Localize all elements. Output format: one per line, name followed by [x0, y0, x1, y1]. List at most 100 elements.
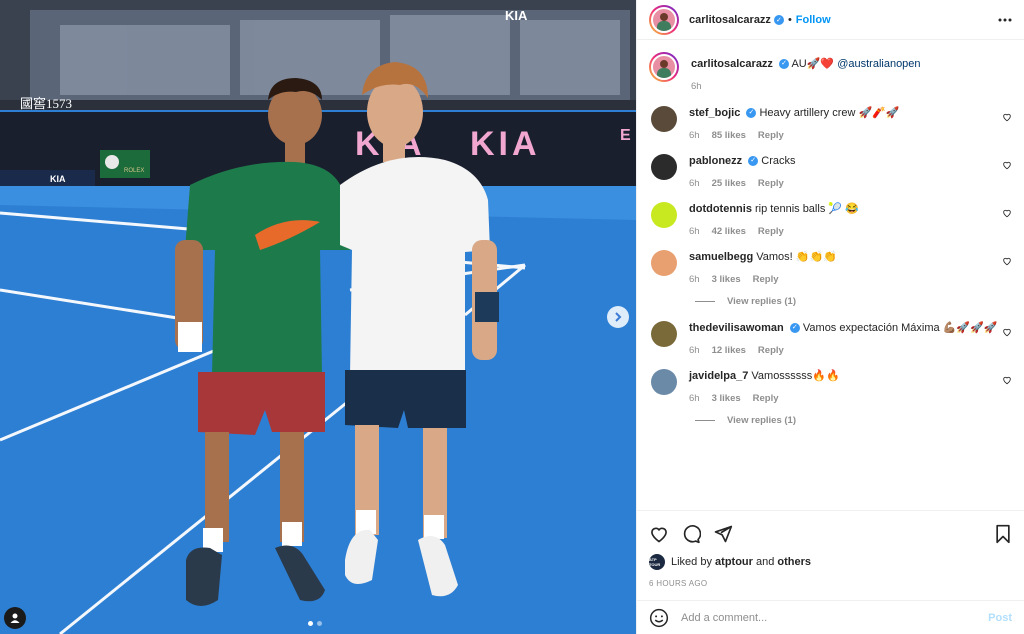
- liked-by-avatar[interactable]: ATP TOUR: [649, 554, 665, 570]
- header-separator: •: [787, 13, 792, 26]
- comment-username[interactable]: thedevilisawoman: [689, 322, 784, 334]
- author-avatar[interactable]: [649, 4, 679, 35]
- heart-icon[interactable]: [1002, 256, 1012, 266]
- view-replies-label: View replies (1): [727, 415, 796, 426]
- comment-username[interactable]: pablonezz: [689, 155, 742, 167]
- caption-username[interactable]: carlitosalcarazz: [691, 58, 773, 70]
- comment-reply-button[interactable]: Reply: [758, 345, 784, 356]
- comment-time: 6h: [689, 130, 700, 141]
- comment-item: samuelbegg Vamos! 👏👏👏 6h 3 likes Reply: [649, 250, 1012, 285]
- comment-avatar[interactable]: [651, 202, 677, 228]
- heart-icon[interactable]: [1002, 112, 1012, 122]
- post-comment-button[interactable]: Post: [988, 612, 1012, 624]
- verified-icon: ✓: [789, 323, 800, 334]
- add-comment-bar: Post: [637, 600, 1024, 634]
- tennis-court-photo: 國窖1573 KIA KIA KIA E ROLEX KIA: [0, 0, 636, 634]
- kia-top-text: KIA: [505, 8, 528, 23]
- comment-likes[interactable]: 12 likes: [712, 345, 746, 356]
- comment-likes[interactable]: 25 likes: [712, 178, 746, 189]
- comment-reply-button[interactable]: Reply: [753, 274, 779, 285]
- carousel-dot-2: [317, 621, 322, 626]
- liked-by-suffix: and: [756, 556, 775, 568]
- comment-avatar[interactable]: [651, 369, 677, 395]
- comment-likes[interactable]: 85 likes: [712, 130, 746, 141]
- user-tag-icon: [10, 613, 20, 623]
- tagged-users-button[interactable]: [4, 607, 26, 629]
- comment-username[interactable]: dotdotennis: [689, 203, 752, 215]
- post-actions: ATP TOUR Liked by atptour and others 6 H…: [637, 510, 1024, 600]
- follow-button[interactable]: Follow: [796, 14, 831, 26]
- comment-text: rip tennis balls 🎾 😂: [755, 203, 859, 215]
- liked-by: ATP TOUR Liked by atptour and others: [649, 554, 1012, 570]
- post-header: carlitosalcarazz ✓ • Follow: [637, 0, 1024, 40]
- more-options-button[interactable]: [998, 18, 1012, 22]
- post-photo[interactable]: 國窖1573 KIA KIA KIA E ROLEX KIA: [0, 0, 636, 634]
- comment-avatar[interactable]: [651, 154, 677, 180]
- comment-likes[interactable]: 42 likes: [712, 226, 746, 237]
- comment-time: 6h: [689, 178, 700, 189]
- kia-small-text: KIA: [50, 174, 66, 184]
- verified-icon: ✓: [748, 156, 759, 167]
- comment-reply-button[interactable]: Reply: [758, 226, 784, 237]
- comment-username[interactable]: stef_bojic: [689, 107, 740, 119]
- comment-reply-button[interactable]: Reply: [758, 130, 784, 141]
- comment-icon[interactable]: [681, 524, 701, 544]
- verified-icon: ✓: [773, 14, 784, 25]
- comment-time: 6h: [689, 345, 700, 356]
- liked-by-others[interactable]: others: [777, 556, 811, 568]
- kia-wall-text-1: KIA: [470, 125, 541, 163]
- comment-reply-button[interactable]: Reply: [753, 393, 779, 404]
- author-username[interactable]: carlitosalcarazz: [689, 14, 771, 26]
- bookmark-icon[interactable]: [994, 524, 1012, 544]
- post-caption: carlitosalcarazz ✓ AU🚀❤️ @australianopen…: [649, 52, 1012, 92]
- heart-icon[interactable]: [1002, 160, 1012, 170]
- carousel-dots: [308, 621, 322, 626]
- more-icon: [998, 18, 1012, 21]
- comment-item: thedevilisawoman ✓ Vamos expectación Máx…: [649, 321, 1012, 356]
- comment-avatar[interactable]: [651, 106, 677, 132]
- comment-reply-button[interactable]: Reply: [758, 178, 784, 189]
- liked-by-user[interactable]: atptour: [715, 556, 753, 568]
- arena-sign-text: 國窖1573: [20, 96, 72, 111]
- heart-icon[interactable]: [649, 524, 669, 544]
- comment-item: dotdotennis rip tennis balls 🎾 😂 6h 42 l…: [649, 202, 1012, 237]
- comment-time: 6h: [689, 274, 700, 285]
- comment-username[interactable]: javidelpa_7: [689, 370, 748, 382]
- caption-time: 6h: [691, 81, 702, 92]
- view-replies-button[interactable]: View replies (1): [695, 296, 1012, 307]
- chevron-right-icon: [615, 312, 622, 322]
- verified-icon: ✓: [746, 108, 757, 119]
- heart-icon[interactable]: [1002, 327, 1012, 337]
- share-icon[interactable]: [713, 524, 733, 544]
- comments-list[interactable]: carlitosalcarazz ✓ AU🚀❤️ @australianopen…: [637, 40, 1024, 510]
- comment-item: stef_bojic ✓ Heavy artillery crew 🚀🧨🚀 6h…: [649, 106, 1012, 141]
- rolex-text: ROLEX: [124, 168, 144, 174]
- caption-text: AU🚀❤️: [791, 58, 835, 70]
- comment-time: 6h: [689, 226, 700, 237]
- comment-avatar[interactable]: [651, 250, 677, 276]
- comment-input[interactable]: [681, 611, 989, 624]
- comment-avatar[interactable]: [651, 321, 677, 347]
- comment-text: Vamossssss🔥🔥: [751, 370, 840, 382]
- comment-likes[interactable]: 3 likes: [712, 274, 741, 285]
- view-replies-label: View replies (1): [727, 296, 796, 307]
- comment-item: pablonezz ✓ Cracks 6h 25 likes Reply: [649, 154, 1012, 189]
- heart-icon[interactable]: [1002, 208, 1012, 218]
- caption-avatar[interactable]: [649, 52, 679, 82]
- view-replies-button[interactable]: View replies (1): [695, 415, 1012, 426]
- heart-icon[interactable]: [1002, 375, 1012, 385]
- carousel-dot-1: [308, 621, 313, 626]
- comment-text: Vamos expectación Máxima 💪🏽🚀🚀🚀: [802, 322, 998, 334]
- comment-item: javidelpa_7 Vamossssss🔥🔥 6h 3 likes Repl…: [649, 369, 1012, 404]
- comment-time: 6h: [689, 393, 700, 404]
- arena-letter: E: [620, 127, 631, 144]
- post-side-panel: carlitosalcarazz ✓ • Follow carlitosalca…: [636, 0, 1024, 634]
- comment-username[interactable]: samuelbegg: [689, 251, 753, 263]
- comment-likes[interactable]: 3 likes: [712, 393, 741, 404]
- caption-mention[interactable]: @australianopen: [837, 58, 920, 70]
- comment-text: Cracks: [761, 155, 796, 167]
- emoji-icon[interactable]: [649, 608, 669, 628]
- comment-text: Heavy artillery crew 🚀🧨🚀: [759, 107, 900, 119]
- next-photo-button[interactable]: [607, 306, 629, 328]
- post-timestamp: 6 HOURS AGO: [649, 579, 708, 588]
